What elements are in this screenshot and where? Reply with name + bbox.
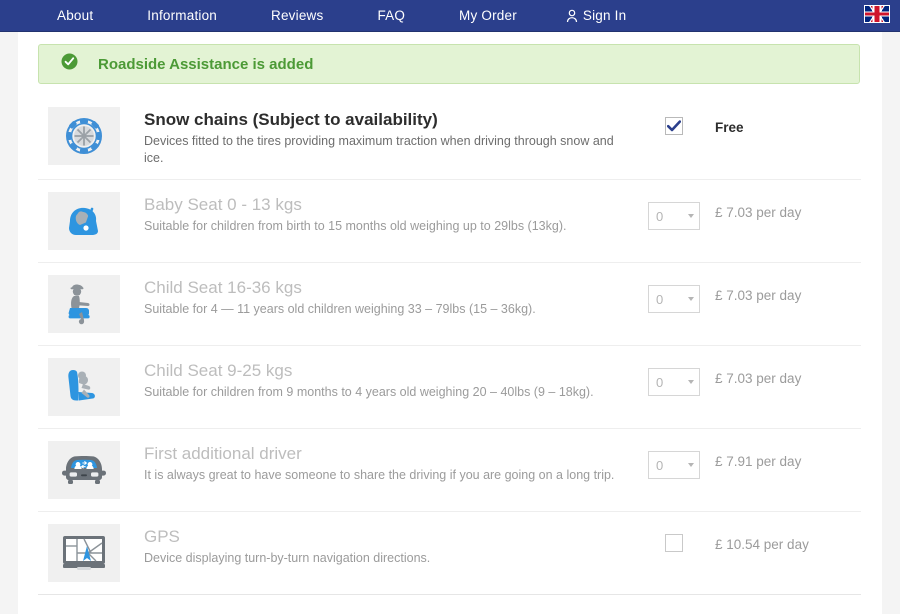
nav-items: About Information Reviews FAQ My Order S… [0, 0, 653, 31]
additional-driver-icon [48, 441, 120, 499]
extras-info: Child Seat 9-25 kgs Suitable for childre… [120, 358, 637, 401]
extras-title: Child Seat 9-25 kgs [144, 361, 293, 380]
person-icon [566, 9, 578, 23]
extras-description: Device displaying turn-by-turn navigatio… [144, 551, 431, 565]
nav-item-my-order[interactable]: My Order [432, 0, 544, 32]
extras-description: Suitable for children from birth to 15 m… [144, 219, 567, 233]
baby-seat-icon [48, 192, 120, 250]
chevron-down-icon [688, 297, 694, 301]
quantity-value: 0 [656, 374, 664, 390]
extras-title: First additional driver [144, 444, 302, 463]
extras-price: Free [715, 120, 744, 135]
alert-message: Roadside Assistance is added [98, 55, 314, 73]
nav-item-faq[interactable]: FAQ [350, 0, 432, 32]
extras-info: Snow chains (Subject to availability) De… [120, 107, 637, 167]
extras-control: 0 [637, 441, 711, 479]
extras-row-snow-chains[interactable]: Snow chains (Subject to availability) De… [38, 95, 861, 180]
extras-description: Devices fitted to the tires providing ma… [144, 134, 614, 165]
extras-price: £ 7.03 per day [715, 371, 802, 386]
extras-control [637, 107, 711, 135]
top-navigation-bar: About Information Reviews FAQ My Order S… [0, 0, 900, 32]
child-seat-16-36-quantity-select[interactable]: 0 [648, 285, 700, 313]
page-body: Roadside Assistance is added Snow chains… [0, 32, 900, 614]
content-card: Roadside Assistance is added Snow chains… [18, 32, 882, 614]
extras-control: 0 [637, 358, 711, 396]
quantity-value: 0 [656, 457, 664, 473]
quantity-value: 0 [656, 291, 664, 307]
child-seat-booster-icon [48, 275, 120, 333]
extras-row-gps[interactable]: GPS Device displaying turn-by-turn navig… [38, 512, 861, 595]
nav-item-about[interactable]: About [30, 0, 120, 32]
snow-chains-icon [48, 107, 120, 165]
extras-price: £ 7.03 per day [715, 205, 802, 220]
extras-row-child-seat-9-25[interactable]: Child Seat 9-25 kgs Suitable for childre… [38, 346, 861, 429]
success-alert: Roadside Assistance is added [38, 44, 860, 84]
gps-checkbox[interactable] [665, 534, 683, 552]
extras-row-additional-driver[interactable]: First additional driver It is always gre… [38, 429, 861, 512]
extras-title: Snow chains (Subject to availability) [144, 110, 438, 129]
uk-flag-icon[interactable] [864, 5, 890, 23]
quantity-value: 0 [656, 208, 664, 224]
extras-description: It is always great to have someone to sh… [144, 468, 615, 482]
extras-title: GPS [144, 527, 180, 546]
sign-in-label: Sign In [582, 7, 627, 23]
nav-item-information[interactable]: Information [120, 0, 244, 32]
extras-info: Baby Seat 0 - 13 kgs Suitable for childr… [120, 192, 637, 235]
extras-description: Suitable for children from 9 months to 4… [144, 385, 594, 399]
extras-control: 0 [637, 192, 711, 230]
gps-icon [48, 524, 120, 582]
chevron-down-icon [688, 214, 694, 218]
nav-item-reviews[interactable]: Reviews [244, 0, 350, 32]
extras-row-baby-seat[interactable]: Baby Seat 0 - 13 kgs Suitable for childr… [38, 180, 861, 263]
child-seat-icon [48, 358, 120, 416]
additional-driver-quantity-select[interactable]: 0 [648, 451, 700, 479]
extras-info: GPS Device displaying turn-by-turn navig… [120, 524, 637, 567]
nav-item-sign-in[interactable]: Sign In [544, 0, 653, 32]
chevron-down-icon [688, 463, 694, 467]
extras-list: Snow chains (Subject to availability) De… [38, 95, 861, 595]
snow-chains-checkbox[interactable] [665, 117, 683, 135]
extras-title: Child Seat 16-36 kgs [144, 278, 302, 297]
extras-price: £ 7.91 per day [715, 454, 802, 469]
extras-control [637, 524, 711, 552]
extras-info: Child Seat 16-36 kgs Suitable for 4 — 11… [120, 275, 637, 318]
baby-seat-quantity-select[interactable]: 0 [648, 202, 700, 230]
chevron-down-icon [688, 380, 694, 384]
extras-description: Suitable for 4 — 11 years old children w… [144, 302, 536, 316]
child-seat-9-25-quantity-select[interactable]: 0 [648, 368, 700, 396]
check-circle-icon [61, 53, 78, 75]
extras-title: Baby Seat 0 - 13 kgs [144, 195, 302, 214]
extras-row-child-seat-16-36[interactable]: Child Seat 16-36 kgs Suitable for 4 — 11… [38, 263, 861, 346]
extras-price: £ 7.03 per day [715, 288, 802, 303]
extras-price: £ 10.54 per day [715, 537, 809, 552]
extras-info: First additional driver It is always gre… [120, 441, 637, 484]
extras-control: 0 [637, 275, 711, 313]
